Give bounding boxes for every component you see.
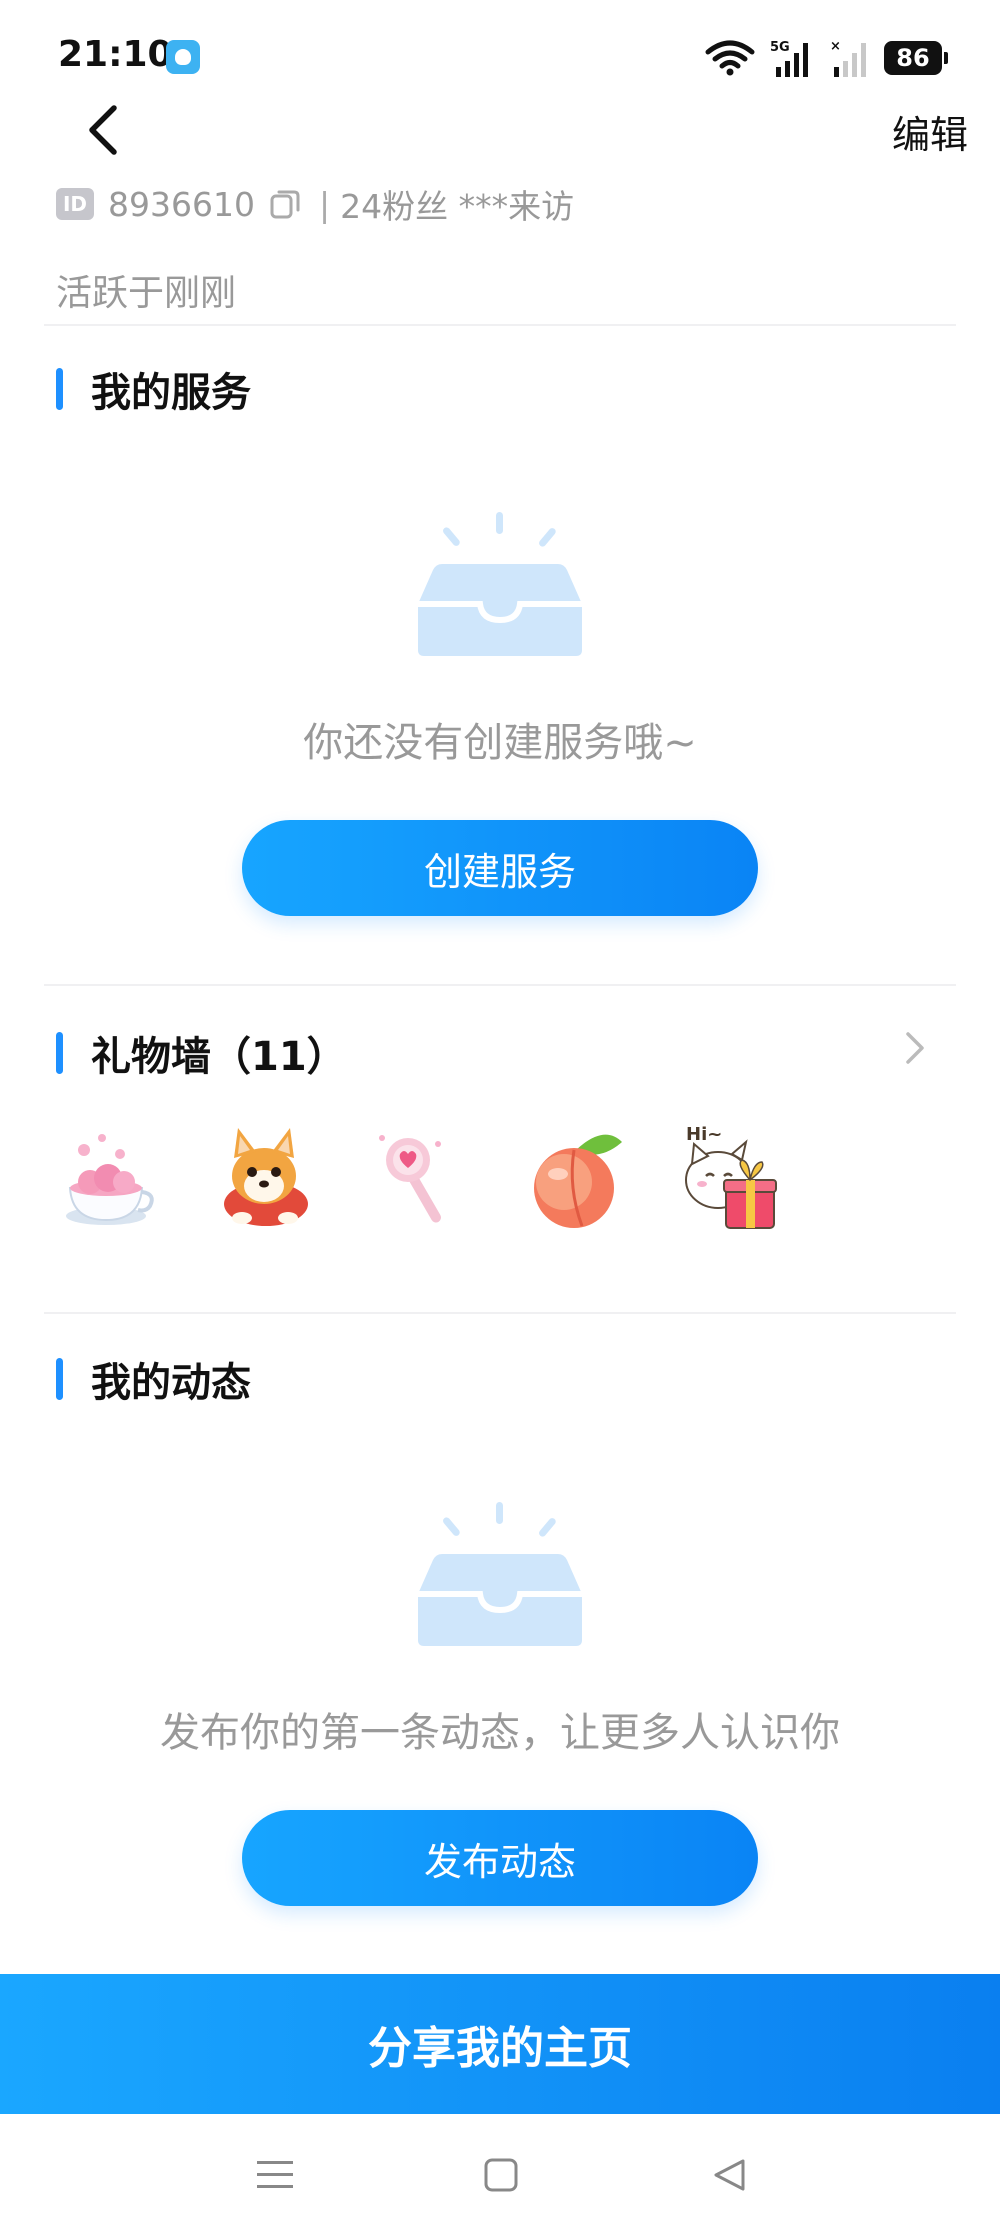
gift-list: Hi~: [56, 1124, 784, 1234]
services-empty-text: 你还没有创建服务哦~: [303, 720, 697, 766]
user-id: 8936610: [108, 184, 255, 224]
empty-inbox-icon: [418, 1502, 582, 1646]
publish-post-button[interactable]: 发布动态: [242, 1810, 758, 1906]
chevron-left-icon: [89, 105, 117, 155]
divider: [44, 1312, 956, 1314]
magic-wand-gift-icon[interactable]: [368, 1124, 472, 1234]
section-accent-bar: [56, 368, 63, 410]
svg-text:Hi~: Hi~: [686, 1124, 722, 1145]
peach-gift-icon[interactable]: [524, 1124, 628, 1234]
meta-separator: |: [318, 184, 331, 224]
signal-5g-icon: 5G: [770, 40, 808, 77]
app-notification-icon: [166, 40, 200, 74]
section-title-gift-wall[interactable]: 礼物墙（11）: [56, 1024, 347, 1082]
teacup-gift-icon[interactable]: [56, 1124, 160, 1234]
divider: [44, 324, 956, 326]
id-badge: ID: [56, 188, 94, 220]
svg-text:5G: 5G: [770, 40, 790, 55]
menu-icon[interactable]: [250, 2150, 300, 2200]
corgi-gift-icon[interactable]: [212, 1124, 316, 1234]
section-title-text: 我的动态: [91, 1360, 251, 1406]
section-accent-bar: [56, 1032, 63, 1074]
signal-weak-icon: ×: [830, 39, 866, 77]
home-icon[interactable]: [476, 2150, 526, 2200]
posts-empty-text: 发布你的第一条动态，让更多人认识你: [160, 1710, 840, 1756]
edit-button[interactable]: 编辑: [892, 104, 968, 159]
back-triangle-icon[interactable]: [704, 2150, 754, 2200]
section-accent-bar: [56, 1358, 63, 1400]
create-service-button[interactable]: 创建服务: [242, 820, 758, 916]
share-homepage-button[interactable]: 分享我的主页: [0, 1974, 1000, 2114]
empty-inbox-icon: [418, 512, 582, 656]
battery-icon: 86: [884, 41, 948, 75]
svg-text:×: ×: [830, 39, 841, 54]
chevron-right-icon[interactable]: [900, 1028, 930, 1068]
section-title-services: 我的服务: [56, 360, 251, 418]
back-button[interactable]: [78, 100, 128, 160]
cat-present-gift-icon[interactable]: Hi~: [680, 1124, 784, 1234]
copy-icon[interactable]: [269, 188, 301, 220]
fans-visits: 24粉丝 ***来访: [340, 187, 575, 226]
section-title-posts: 我的动态: [56, 1350, 251, 1408]
profile-meta: ID 8936610 | 24粉丝 ***来访: [56, 180, 574, 228]
active-status: 活跃于刚刚: [56, 273, 237, 314]
divider: [44, 984, 956, 986]
status-icons: 5G × 86: [704, 38, 948, 78]
wifi-icon: [705, 40, 755, 76]
status-time: 21:10: [58, 34, 173, 75]
section-title-text: 礼物墙（11）: [91, 1034, 347, 1080]
status-bar: 21:10 5G × 86: [0, 0, 1000, 110]
section-title-text: 我的服务: [91, 370, 251, 416]
